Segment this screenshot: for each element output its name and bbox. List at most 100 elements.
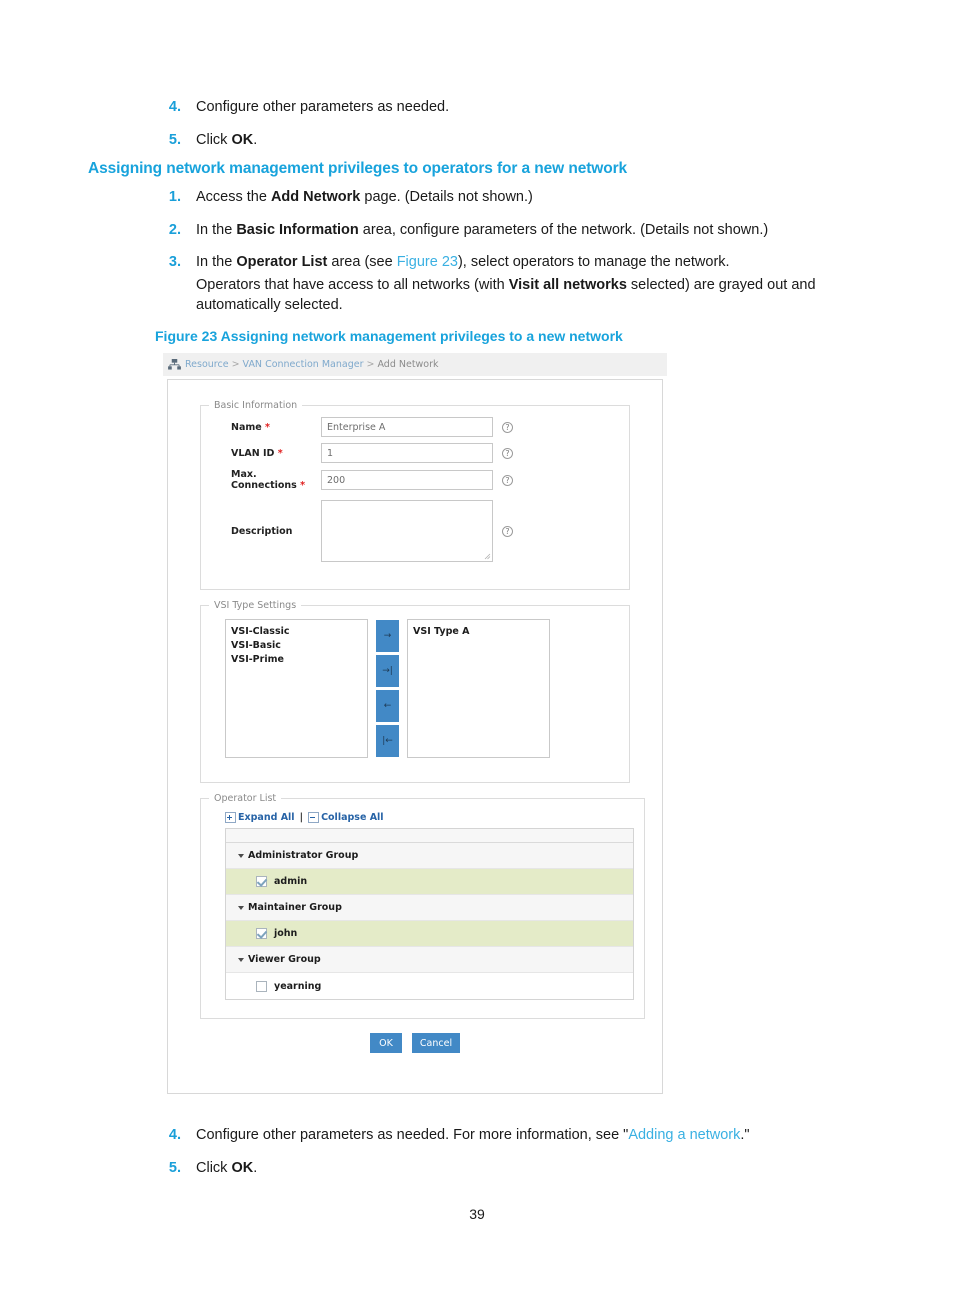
transfer-button-column: → →| ← |← bbox=[376, 620, 399, 757]
group-label: Maintainer Group bbox=[248, 902, 342, 913]
basic-information-group: Basic Information Name * ? VLAN ID * ? M… bbox=[200, 400, 630, 590]
operator-label: john bbox=[274, 928, 298, 939]
list-item[interactable]: VSI-Basic bbox=[231, 639, 367, 653]
step-number: 3. bbox=[168, 254, 181, 271]
expand-all-link[interactable]: Expand All bbox=[238, 812, 295, 823]
description-textarea[interactable] bbox=[321, 500, 493, 562]
steps-middle: 1. Access the Add Network page. (Details… bbox=[155, 188, 885, 286]
help-icon[interactable]: ? bbox=[502, 525, 513, 537]
table-row[interactable]: Administrator Group bbox=[226, 843, 633, 869]
figure-screenshot: Resource > VAN Connection Manager > Add … bbox=[163, 353, 667, 1098]
help-icon[interactable]: ? bbox=[502, 421, 513, 433]
step-item: 5. Click OK. bbox=[155, 1159, 895, 1179]
step-number: 4. bbox=[168, 99, 181, 115]
step-text: In the Basic Information area, configure… bbox=[196, 221, 769, 238]
step-number: 5. bbox=[168, 131, 181, 148]
operator-checkbox[interactable] bbox=[256, 876, 267, 887]
step-text: Configure other parameters as needed. Fo… bbox=[196, 1127, 750, 1143]
operator-list-group: Operator List Expand All | Collapse All … bbox=[200, 793, 645, 1019]
breadcrumb-van-connection-manager[interactable]: VAN Connection Manager bbox=[243, 359, 364, 370]
breadcrumb: Resource > VAN Connection Manager > Add … bbox=[163, 353, 667, 376]
adding-a-network-link[interactable]: Adding a network bbox=[628, 1127, 740, 1143]
list-item[interactable]: VSI-Prime bbox=[231, 653, 367, 667]
page-number: 39 bbox=[469, 1206, 485, 1222]
operator-label: admin bbox=[274, 876, 308, 887]
section-heading: Assigning network management privileges … bbox=[88, 160, 628, 177]
vlan-id-input[interactable] bbox=[321, 443, 493, 463]
field-row-max-connections: Max. Connections * ? bbox=[201, 469, 629, 491]
dual-list-selector: VSI-Classic VSI-Basic VSI-Prime → →| ← |… bbox=[225, 619, 629, 758]
steps-bottom: 4. Configure other parameters as needed.… bbox=[155, 1126, 895, 1191]
required-asterisk: * bbox=[265, 421, 270, 433]
add-network-panel: Basic Information Name * ? VLAN ID * ? M… bbox=[167, 379, 663, 1094]
step-number: 4. bbox=[168, 1127, 181, 1143]
move-left-button[interactable]: ← bbox=[376, 690, 399, 722]
move-all-left-button[interactable]: |← bbox=[376, 725, 399, 757]
step-item: 5. Click OK. bbox=[155, 131, 875, 151]
max-connections-input[interactable] bbox=[321, 470, 493, 490]
required-asterisk: * bbox=[300, 480, 306, 491]
vsi-type-settings-group: VSI Type Settings VSI-Classic VSI-Basic … bbox=[200, 600, 630, 783]
operator-label: yearning bbox=[274, 980, 322, 992]
step-number: 5. bbox=[168, 1159, 181, 1176]
collapse-all-link[interactable]: Collapse All bbox=[321, 812, 384, 823]
breadcrumb-separator: > bbox=[366, 359, 375, 370]
name-label: Name * bbox=[231, 421, 270, 433]
group-label: Administrator Group bbox=[248, 850, 359, 861]
list-item[interactable]: VSI-Classic bbox=[231, 625, 367, 639]
help-icon[interactable]: ? bbox=[502, 447, 513, 459]
table-row[interactable]: yearning bbox=[226, 973, 633, 999]
collapse-all-icon bbox=[308, 812, 320, 823]
operator-checkbox[interactable] bbox=[256, 928, 267, 939]
field-row-description: Description ? bbox=[201, 500, 629, 562]
step-text: Click OK. bbox=[196, 131, 258, 148]
step-item: 1. Access the Add Network page. (Details… bbox=[155, 188, 885, 208]
breadcrumb-root[interactable]: Resource bbox=[185, 359, 229, 370]
chevron-down-icon[interactable] bbox=[238, 957, 244, 962]
operator-tree-table: Administrator Group admin Maintainer Gro… bbox=[225, 828, 634, 1000]
help-icon[interactable]: ? bbox=[502, 474, 513, 486]
step-item: 3. In the Operator List area (see Figure… bbox=[155, 253, 885, 273]
field-row-name: Name * ? bbox=[201, 417, 629, 437]
vlan-id-label: VLAN ID * bbox=[231, 447, 283, 459]
bar-separator: | bbox=[299, 812, 304, 823]
move-all-right-button[interactable]: →| bbox=[376, 655, 399, 687]
table-row[interactable]: Maintainer Group bbox=[226, 895, 633, 921]
operator-list-legend: Operator List bbox=[214, 793, 277, 804]
expand-all-icon bbox=[225, 812, 236, 823]
step-number: 2. bbox=[168, 221, 181, 238]
basic-information-legend: Basic Information bbox=[214, 400, 298, 411]
move-right-button[interactable]: → bbox=[376, 620, 399, 652]
step-text: Click OK. bbox=[196, 1159, 258, 1176]
description-label: Description bbox=[231, 525, 293, 537]
cancel-button[interactable]: Cancel bbox=[412, 1033, 460, 1053]
breadcrumb-current: Add Network bbox=[377, 359, 439, 370]
table-row[interactable]: admin bbox=[226, 869, 633, 895]
max-connections-label: Max. Connections * bbox=[231, 469, 306, 491]
breadcrumb-separator: > bbox=[231, 359, 240, 370]
step-item: 2. In the Basic Information area, config… bbox=[155, 221, 885, 241]
steps-top: 4. Configure other parameters as needed.… bbox=[155, 98, 875, 163]
step-number: 1. bbox=[168, 189, 181, 205]
table-row[interactable]: Viewer Group bbox=[226, 947, 633, 973]
figure-caption: Figure 23 Assigning network management p… bbox=[155, 328, 623, 344]
ok-button[interactable]: OK bbox=[370, 1033, 402, 1053]
name-input[interactable] bbox=[321, 417, 493, 437]
available-vsi-types-list[interactable]: VSI-Classic VSI-Basic VSI-Prime bbox=[225, 619, 368, 758]
step-text: Access the Add Network page. (Details no… bbox=[196, 189, 533, 205]
group-label: Viewer Group bbox=[248, 954, 321, 965]
chevron-down-icon[interactable] bbox=[238, 905, 244, 910]
figure-23-cross-reference-link[interactable]: Figure 23 bbox=[397, 254, 458, 270]
operator-checkbox[interactable] bbox=[256, 980, 267, 992]
vsi-type-settings-legend: VSI Type Settings bbox=[214, 600, 297, 611]
table-row[interactable]: john bbox=[226, 921, 633, 947]
required-asterisk: * bbox=[277, 447, 283, 459]
selected-vsi-types-list[interactable]: VSI Type A bbox=[407, 619, 550, 758]
action-button-bar: OK Cancel bbox=[168, 1033, 662, 1053]
step-text: Configure other parameters as needed. bbox=[196, 99, 450, 115]
list-item[interactable]: VSI Type A bbox=[413, 625, 549, 639]
field-row-vlan-id: VLAN ID * ? bbox=[201, 443, 629, 463]
resize-grip-icon bbox=[484, 553, 491, 560]
step-item: 4. Configure other parameters as needed. bbox=[155, 98, 875, 118]
chevron-down-icon[interactable] bbox=[238, 853, 244, 858]
